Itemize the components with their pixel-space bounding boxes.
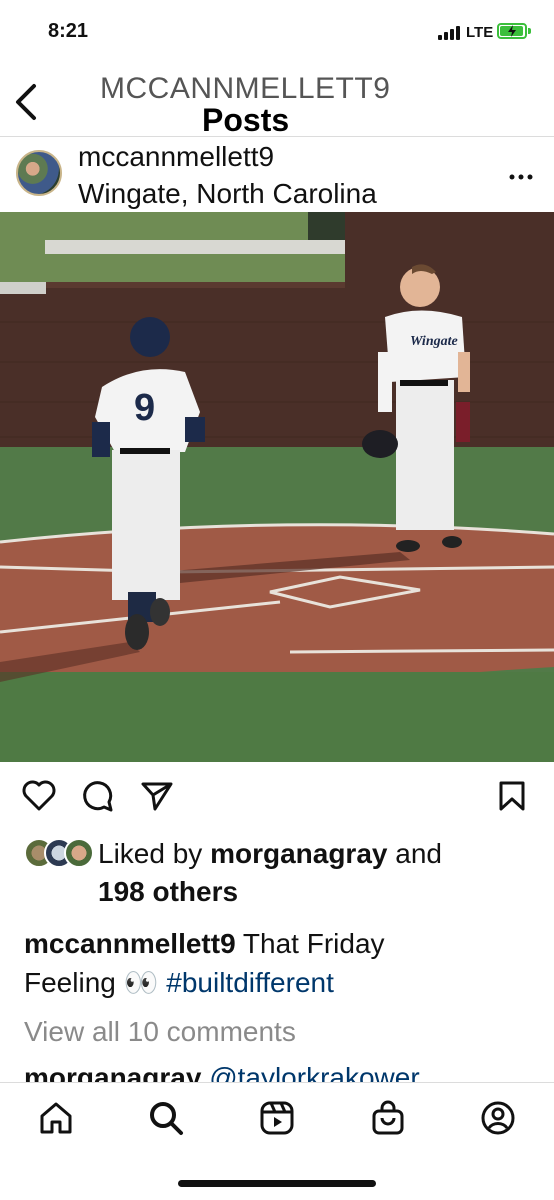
comment-mention[interactable]: @taylorkrakower — [209, 1062, 419, 1082]
tab-profile[interactable] — [478, 1098, 518, 1138]
liked-by-prefix: Liked by — [98, 838, 211, 869]
home-icon — [40, 1102, 72, 1134]
liker-avatar — [64, 838, 94, 868]
more-options-button[interactable] — [509, 160, 533, 188]
page-title: Posts — [202, 102, 290, 138]
caption-username[interactable]: mccannmellett9 — [24, 928, 236, 959]
share-icon — [141, 782, 173, 811]
liker-avatars[interactable] — [24, 838, 94, 868]
like-button[interactable] — [22, 780, 56, 817]
reels-icon — [260, 1101, 294, 1135]
view-comments-link[interactable]: View all 10 comments — [24, 1016, 296, 1048]
svg-text:9: 9 — [134, 387, 155, 429]
hashtag-link[interactable]: #builtdifferent — [166, 967, 334, 998]
tab-bar-divider — [0, 1082, 554, 1083]
status-time: 8:21 — [48, 20, 89, 42]
account-name: MCCANNMELLETT9 — [100, 72, 391, 105]
caption-text: That Friday — [235, 928, 385, 959]
post-location[interactable]: Wingate, North Carolina — [78, 178, 377, 210]
network-label: LTE — [466, 24, 494, 41]
liked-by-joiner: and — [387, 838, 442, 869]
comment-button[interactable] — [82, 780, 114, 817]
comment-icon — [83, 781, 113, 812]
signal-icon — [438, 26, 460, 40]
battery-nub — [528, 28, 531, 34]
liked-by-user[interactable]: morganagray — [210, 838, 387, 869]
chevron-left-icon — [16, 84, 36, 120]
post-photo[interactable]: 9 Wingate — [0, 212, 554, 762]
caption: mccannmellett9 That Friday — [24, 928, 385, 960]
baseball-photo: 9 Wingate — [0, 212, 554, 762]
heart-icon — [22, 780, 56, 811]
profile-icon — [481, 1101, 515, 1135]
caption-text: Feeling 👀 — [24, 967, 167, 998]
liked-by-text[interactable]: Liked by morganagray and — [98, 838, 442, 870]
share-button[interactable] — [140, 780, 174, 817]
post-username[interactable]: mccannmellett9 — [78, 141, 274, 173]
avatar[interactable] — [16, 150, 62, 196]
likes-count[interactable]: 198 others — [98, 876, 238, 908]
charging-bolt-icon — [508, 25, 516, 37]
back-button[interactable] — [12, 82, 40, 127]
tab-home[interactable] — [36, 1098, 76, 1138]
bookmark-icon — [499, 781, 525, 811]
caption-line2: Feeling 👀 #builtdifferent — [24, 966, 334, 999]
comment-preview[interactable]: morganagray @taylorkrakower — [24, 1062, 420, 1082]
tab-search[interactable] — [146, 1098, 186, 1138]
tab-shop[interactable] — [368, 1098, 408, 1138]
save-button[interactable] — [498, 780, 526, 817]
header-divider — [0, 136, 554, 137]
svg-text:Wingate: Wingate — [410, 334, 458, 349]
tab-reels[interactable] — [257, 1098, 297, 1138]
more-horizontal-icon — [509, 174, 533, 180]
home-indicator[interactable] — [178, 1180, 376, 1187]
shop-icon — [372, 1100, 404, 1135]
comment-username[interactable]: morganagray — [24, 1062, 201, 1082]
search-icon — [150, 1102, 183, 1135]
